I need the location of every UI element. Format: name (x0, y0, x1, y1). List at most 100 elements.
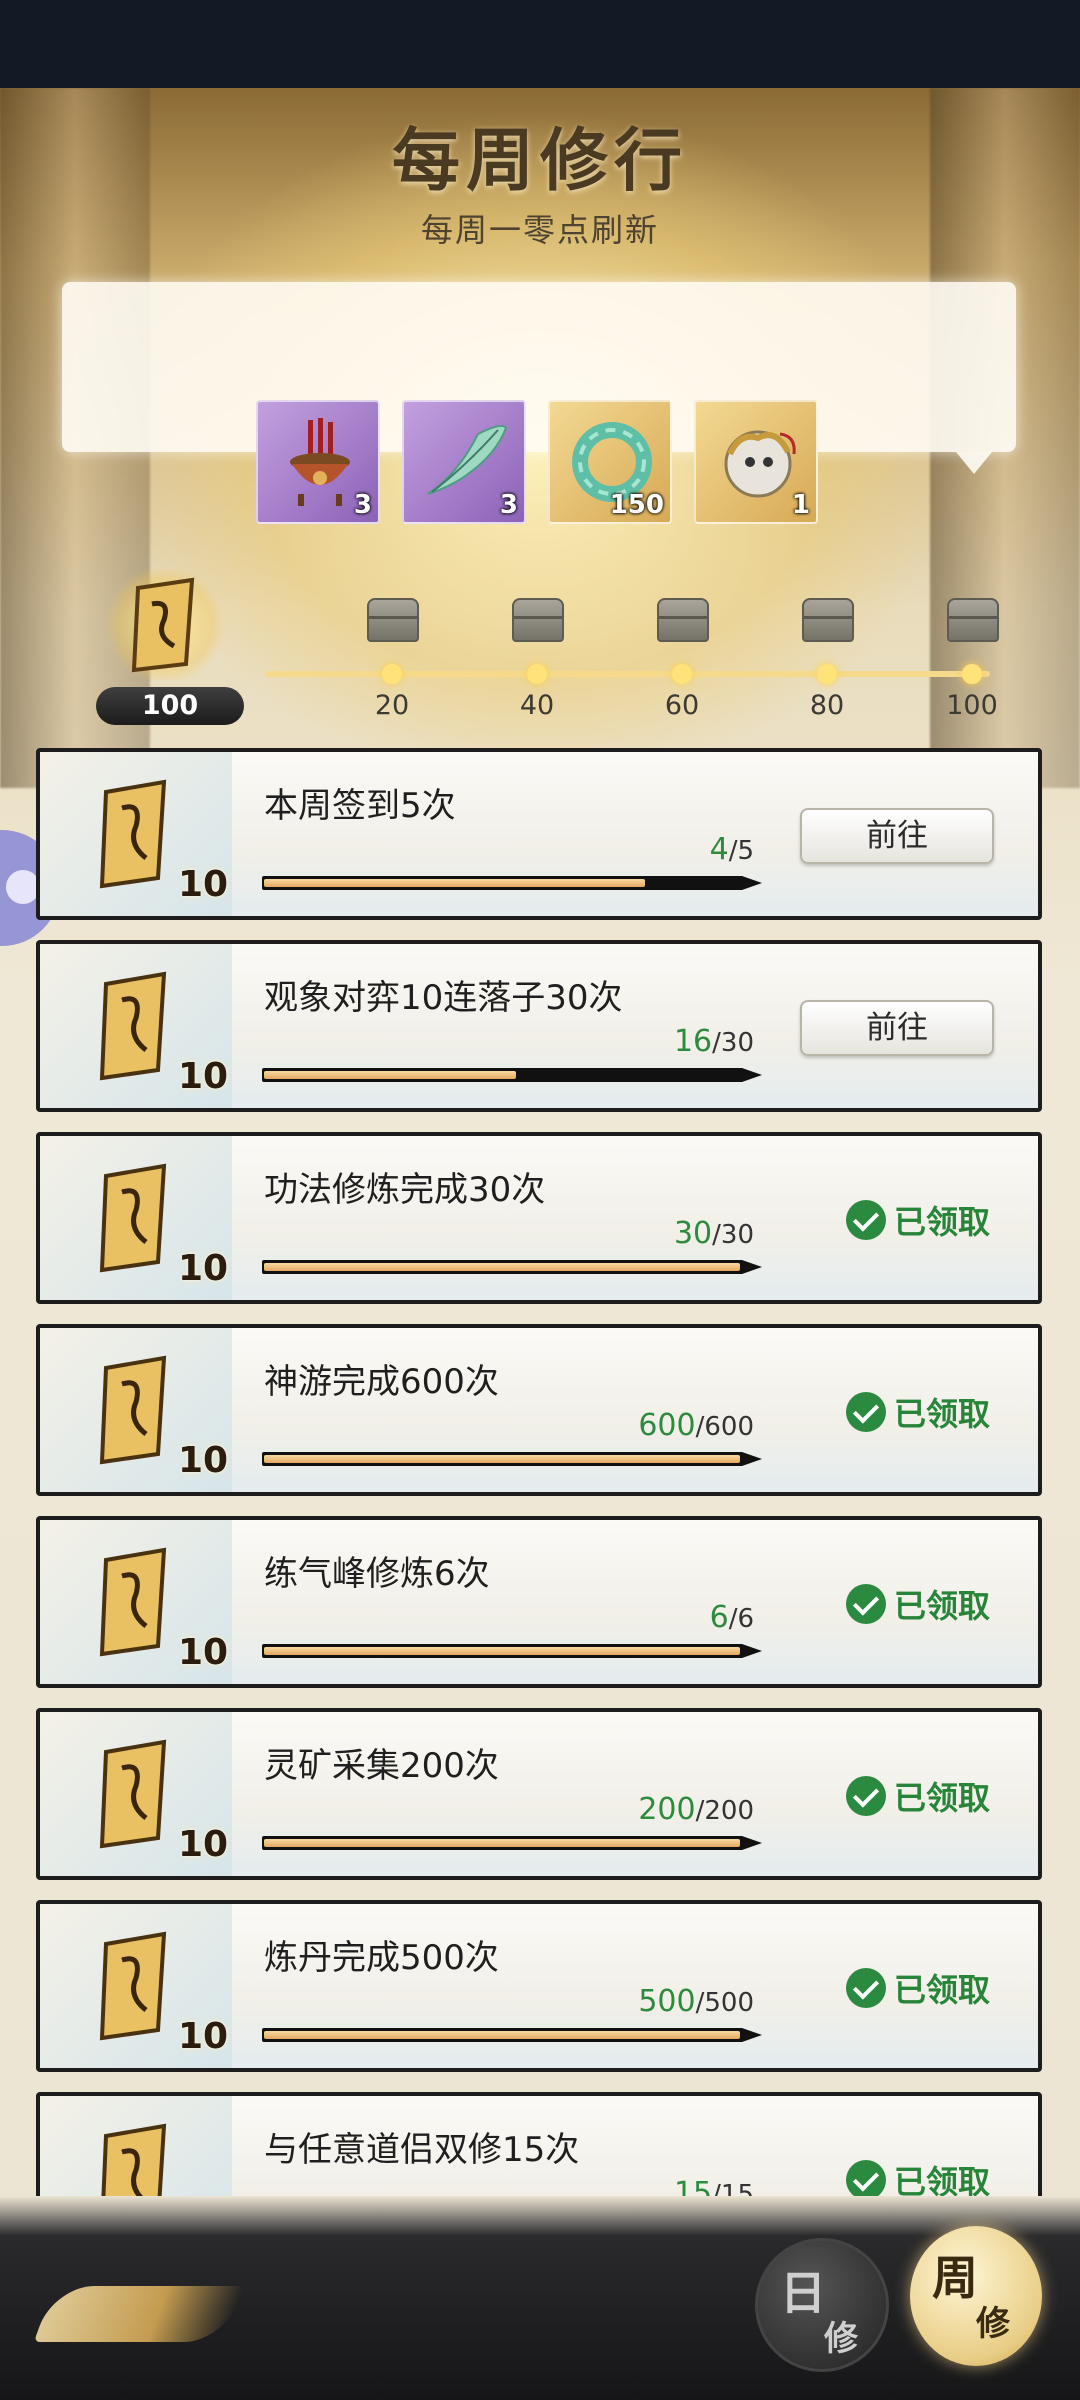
task-current: 4 (709, 832, 729, 867)
scroll-token-icon (99, 971, 167, 1081)
task-name: 灵矿采集200次 (264, 1746, 499, 1786)
check-circle-icon (846, 1200, 886, 1240)
scroll-token-icon (99, 1547, 167, 1657)
task-row: 10 功法修炼完成30次 30/30 已领取 (36, 1132, 1042, 1304)
task-count: 600/600 (638, 1408, 754, 1443)
task-total: /5 (728, 836, 754, 866)
task-progress-fill (264, 1839, 740, 1847)
task-row: 10 灵矿采集200次 200/200 已领取 (36, 1708, 1042, 1880)
task-total: /500 (695, 1988, 754, 2018)
scroll-token-icon (99, 1739, 167, 1849)
task-total: /600 (695, 1412, 754, 1442)
task-count: 500/500 (638, 1984, 754, 2019)
claimed-status: 已领取 (846, 2158, 990, 2196)
task-name: 练气峰修炼6次 (264, 1554, 490, 1594)
task-name: 功法修炼完成30次 (264, 1170, 546, 1210)
task-progress-fill (264, 1647, 740, 1655)
task-name: 神游完成600次 (264, 1362, 499, 1402)
tab-daily-big: 日 (780, 2266, 826, 2320)
task-count: 16/30 (674, 1024, 754, 1059)
task-reward-icon-zone: 10 (40, 1328, 232, 1492)
scroll-token-icon (99, 1163, 167, 1273)
check-circle-icon (846, 1968, 886, 2008)
task-progress-bar (262, 1452, 762, 1466)
go-button[interactable]: 前往 (800, 1000, 994, 1056)
scroll-token-icon (99, 1355, 167, 1465)
go-button[interactable]: 前往 (800, 808, 994, 864)
task-progress-fill (264, 1455, 740, 1463)
task-progress-fill (264, 1071, 516, 1079)
task-reward-icon-zone: 10 (40, 944, 232, 1108)
check-circle-icon (846, 2160, 886, 2196)
check-circle-icon (846, 1776, 886, 1816)
claimed-status: 已领取 (846, 1582, 990, 1626)
task-row: 10 与任意道侣双修15次 15/15 已领取 (36, 2092, 1042, 2196)
claimed-label: 已领取 (894, 1779, 991, 1817)
task-current: 6 (709, 1600, 729, 1635)
task-progress-bar (262, 1260, 762, 1274)
task-reward-points: 10 (178, 1248, 229, 1289)
task-current: 16 (673, 1024, 713, 1059)
tab-daily[interactable]: 日 修 (755, 2238, 889, 2372)
task-name: 观象对弈10连落子30次 (264, 978, 623, 1018)
task-progress-bar (262, 1644, 762, 1658)
task-progress-bar (262, 1068, 762, 1082)
claimed-label: 已领取 (894, 1971, 991, 2009)
task-total: /30 (712, 1220, 754, 1250)
task-reward-icon-zone: 10 (40, 2096, 232, 2196)
claimed-label: 已领取 (894, 1203, 991, 1241)
task-row: 10 神游完成600次 600/600 已领取 (36, 1324, 1042, 1496)
task-row: 10 观象对弈10连落子30次 16/30 前往 (36, 940, 1042, 1112)
tab-weekly-big: 周 (932, 2251, 978, 2305)
task-current: 15 (673, 2176, 713, 2196)
claimed-status: 已领取 (846, 1390, 990, 1434)
claimed-label: 已领取 (894, 1395, 991, 1433)
task-reward-points: 10 (178, 1440, 229, 1481)
task-name: 炼丹完成500次 (264, 1938, 499, 1978)
task-current: 200 (638, 1792, 696, 1827)
claimed-status: 已领取 (846, 1774, 990, 1818)
task-reward-icon-zone: 10 (40, 1136, 232, 1300)
task-total: /30 (712, 1028, 754, 1058)
task-total: /6 (728, 1604, 754, 1634)
task-count: 6/6 (710, 1600, 754, 1635)
claimed-label: 已领取 (894, 2163, 991, 2196)
task-reward-points: 10 (178, 2016, 229, 2057)
scroll-token-icon (101, 2123, 167, 2196)
tab-weekly[interactable]: 周 修 (910, 2226, 1042, 2366)
task-reward-icon-zone: 10 (40, 752, 232, 916)
claimed-status: 已领取 (846, 1198, 990, 1242)
task-total: /15 (712, 2180, 754, 2196)
task-reward-icon-zone: 10 (40, 1904, 232, 2068)
check-circle-icon (846, 1584, 886, 1624)
task-progress-fill (264, 2031, 740, 2039)
task-reward-icon-zone: 10 (40, 1520, 232, 1684)
task-reward-points: 10 (178, 1632, 229, 1673)
check-circle-icon (846, 1392, 886, 1432)
task-count: 4/5 (710, 832, 754, 867)
claimed-status: 已领取 (846, 1966, 990, 2010)
task-count: 200/200 (638, 1792, 754, 1827)
task-total: /200 (695, 1796, 754, 1826)
task-name: 与任意道侣双修15次 (264, 2130, 580, 2170)
task-reward-icon-zone: 10 (40, 1712, 232, 1876)
task-progress-fill (264, 879, 645, 887)
task-count: 15/15 (674, 2176, 754, 2196)
scroll-token-icon (99, 779, 167, 889)
task-row: 10 本周签到5次 4/5 前往 (36, 748, 1042, 920)
task-reward-points: 10 (178, 864, 229, 905)
task-current: 600 (638, 1408, 696, 1443)
task-count: 30/30 (674, 1216, 754, 1251)
task-progress-bar (262, 876, 762, 890)
task-reward-points: 10 (178, 1056, 229, 1097)
tab-daily-small: 修 (824, 2319, 858, 2359)
task-row: 10 练气峰修炼6次 6/6 已领取 (36, 1516, 1042, 1688)
task-name: 本周签到5次 (264, 786, 456, 826)
task-list: 10 本周签到5次 4/5 前往 10 观象对弈10连落子30次 16/30 前往 10 功法修炼… (0, 0, 1080, 2196)
tab-weekly-small: 修 (976, 2304, 1010, 2344)
task-current: 30 (673, 1216, 713, 1251)
task-progress-bar (262, 2028, 762, 2042)
task-current: 500 (638, 1984, 696, 2019)
task-row: 10 炼丹完成500次 500/500 已领取 (36, 1900, 1042, 2072)
claimed-label: 已领取 (894, 1587, 991, 1625)
